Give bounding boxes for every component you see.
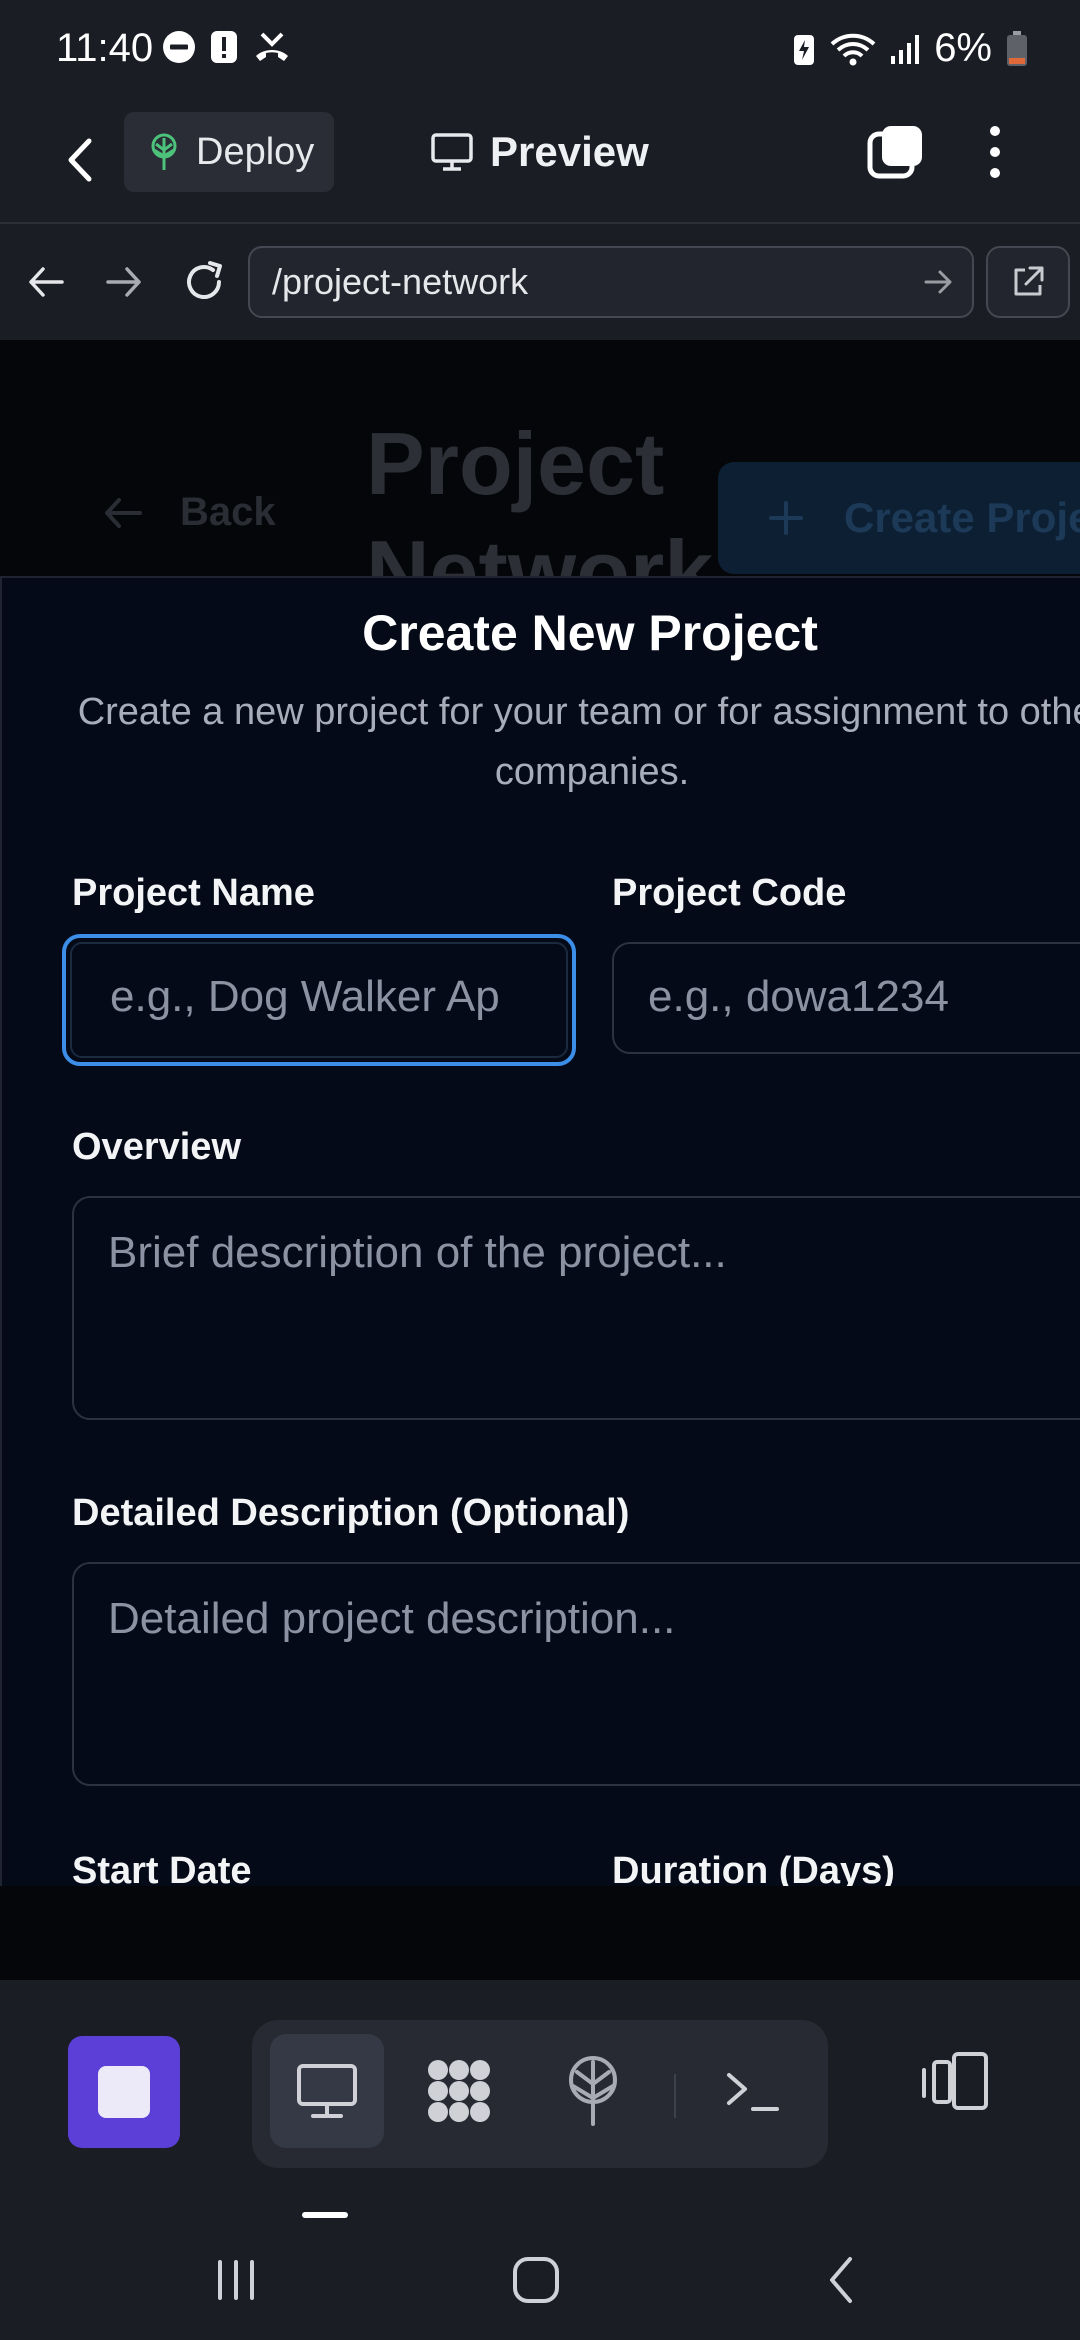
recents-button[interactable] (206, 2248, 266, 2312)
preview-label: Preview (490, 128, 649, 175)
project-name-placeholder: e.g., Dog Walker Ap (110, 972, 500, 1021)
tabs-icon (867, 126, 922, 179)
deploy-tree-icon (151, 133, 177, 170)
do-not-disturb-icon (163, 31, 195, 63)
back-link: Back (104, 490, 276, 535)
missed-call-icon (256, 32, 288, 61)
background-page: Back Project Network Create Proje (0, 340, 1080, 576)
chevron-left-icon (68, 138, 92, 182)
url-go-icon[interactable] (924, 264, 954, 300)
overview-textarea[interactable]: Brief description of the project... (72, 1196, 1080, 1420)
detailed-description-placeholder: Detailed project description... (108, 1594, 676, 1643)
deploy-label: Deploy (196, 130, 315, 173)
apps-grid-icon (428, 2060, 490, 2122)
system-nav-bar (0, 2222, 1080, 2340)
device-mode-button[interactable] (920, 2052, 992, 2132)
project-code-input[interactable]: e.g., dowa1234 (612, 942, 1080, 1054)
open-external-button[interactable] (986, 246, 1070, 318)
system-back-button[interactable] (816, 2248, 866, 2312)
tool-divider (674, 2074, 676, 2118)
stop-button[interactable] (68, 2036, 180, 2148)
alert-icon (211, 31, 237, 63)
devices-icon (922, 2052, 988, 2110)
reload-icon (187, 261, 222, 299)
recents-icon (218, 2260, 254, 2300)
webpage-viewport: Back Project Network Create Proje Create… (0, 340, 1080, 1980)
deploy-tree-icon (569, 2056, 617, 2126)
battery-percent: 6% (934, 26, 992, 70)
active-tool-indicator (302, 2212, 348, 2218)
reload-button[interactable] (176, 254, 232, 310)
arrow-right-icon (106, 267, 141, 297)
detailed-description-label: Detailed Description (Optional) (72, 1492, 630, 1534)
tool-apps[interactable] (402, 2034, 516, 2148)
more-menu-button[interactable] (980, 120, 1010, 184)
dot-icon (990, 147, 1000, 157)
chevron-left-icon (830, 2257, 852, 2303)
project-code-label: Project Code (612, 872, 847, 914)
create-project-dialog: Create New Project Create a new project … (0, 576, 1080, 1980)
monitor-icon (431, 133, 473, 171)
browser-back-button[interactable] (18, 254, 74, 310)
app-header: Deploy Preview (0, 100, 1080, 224)
tool-deploy[interactable] (536, 2034, 650, 2148)
dot-icon (990, 126, 1000, 136)
tool-preview[interactable] (270, 2034, 384, 2148)
detailed-description-textarea[interactable]: Detailed project description... (72, 1562, 1080, 1786)
url-bar: /project-network (0, 226, 1080, 340)
project-name-label: Project Name (72, 872, 315, 914)
signal-icon (891, 34, 920, 64)
screen: 11:40 6% Deploy Preview /project-network… (0, 0, 1080, 2340)
arrow-left-icon (105, 497, 142, 528)
plus-icon (769, 501, 803, 535)
deploy-button[interactable]: Deploy (124, 112, 334, 192)
page-bottom-area (0, 1886, 1080, 1980)
app-back-button[interactable] (56, 130, 104, 190)
project-name-input[interactable]: e.g., Dog Walker Ap (62, 934, 576, 1066)
status-left-icons (162, 30, 292, 64)
project-code-placeholder: e.g., dowa1234 (648, 972, 949, 1021)
status-right-icons: 6% (792, 26, 1028, 71)
arrow-left-icon (29, 267, 64, 297)
overview-placeholder: Brief description of the project... (108, 1228, 727, 1277)
tool-group (252, 2020, 828, 2168)
stop-icon (98, 2066, 150, 2118)
dot-icon (990, 168, 1000, 178)
create-project-button: Create Proje (718, 462, 1080, 574)
battery-saver-icon (794, 34, 815, 65)
status-bar: 11:40 6% (0, 0, 1080, 100)
terminal-icon (727, 2073, 779, 2111)
monitor-icon (297, 2064, 357, 2118)
dialog-title: Create New Project (362, 605, 818, 661)
url-text: /project-network (272, 261, 529, 302)
tabs-switcher-button[interactable] (866, 122, 926, 182)
browser-forward-button[interactable] (96, 254, 152, 310)
status-time: 11:40 (56, 26, 154, 70)
home-button[interactable] (504, 2248, 568, 2312)
wifi-icon (830, 33, 876, 65)
create-project-label: Create Proje (844, 494, 1080, 541)
battery-icon (1007, 30, 1027, 66)
preview-tab[interactable]: Preview (430, 122, 649, 182)
overview-label: Overview (72, 1126, 241, 1168)
url-input[interactable]: /project-network (248, 246, 974, 318)
dialog-subtitle: Create a new project for your team or fo… (77, 691, 1080, 793)
bottom-toolbar (0, 1980, 1080, 2180)
tool-terminal[interactable] (696, 2034, 810, 2148)
home-icon (513, 2257, 559, 2303)
external-link-icon (1014, 266, 1044, 296)
back-label: Back (180, 490, 276, 534)
